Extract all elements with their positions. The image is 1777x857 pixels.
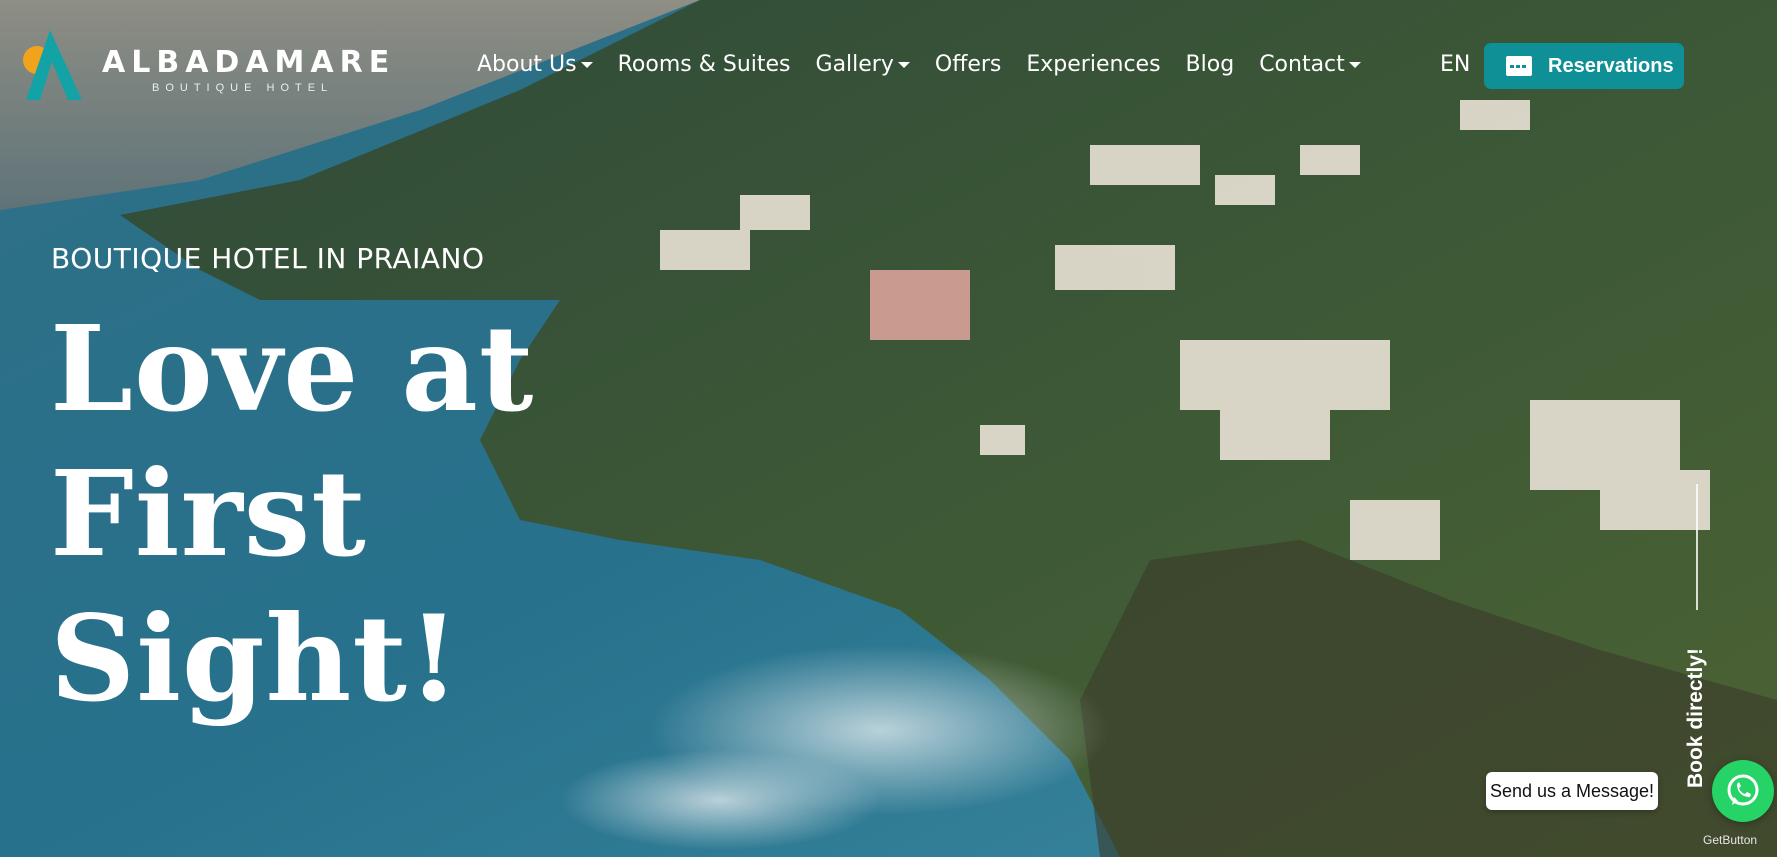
chat-prompt-bubble[interactable]: Send us a Message! (1486, 772, 1658, 810)
getbutton-label: GetButton (1703, 833, 1758, 847)
hero-subtitle: BOUTIQUE HOTEL IN PRAIANO (51, 242, 485, 275)
nav-item-label: Contact (1259, 52, 1345, 77)
whatsapp-icon (1727, 774, 1759, 806)
whatsapp-chat-button[interactable] (1712, 760, 1774, 822)
headline-line-1: Love at First (50, 299, 535, 583)
brand-name: ALBADAMARE (102, 45, 396, 80)
nav-item-about-us[interactable]: About Us (477, 50, 593, 80)
nav-item-experiences[interactable]: Experiences (1026, 50, 1160, 80)
nav-item-offers[interactable]: Offers (935, 50, 1002, 80)
chat-prompt-label: Send us a Message! (1489, 780, 1655, 801)
nav-item-label: Rooms & Suites (617, 52, 791, 77)
nav-item-rooms-suites[interactable]: Rooms & Suites (618, 50, 791, 80)
getbutton-credit[interactable]: GetButton (1703, 833, 1757, 847)
reservations-button[interactable]: Reservations (1484, 43, 1684, 89)
nav-item-gallery[interactable]: Gallery (816, 50, 910, 80)
logo-mark-icon (23, 30, 82, 100)
nav-item-label: Gallery (815, 52, 894, 77)
chevron-down-icon (897, 62, 910, 68)
hero-headline: Love at First Sight! (50, 296, 850, 731)
book-directly-link[interactable]: Book directly! (1684, 648, 1708, 788)
chevron-down-icon (1348, 62, 1361, 68)
reservations-label: Reservations (1548, 54, 1674, 77)
nav-item-label: About Us (477, 52, 577, 77)
main-menu: About Us Rooms & Suites Gallery Offers E… (477, 48, 1386, 82)
nav-item-blog[interactable]: Blog (1186, 50, 1235, 80)
brand-tagline: BOUTIQUE HOTEL (152, 82, 334, 94)
credit-card-icon (1506, 56, 1532, 76)
nav-item-contact[interactable]: Contact (1259, 50, 1361, 80)
top-navigation: ALBADAMARE BOUTIQUE HOTEL About Us Rooms… (0, 0, 1777, 132)
chevron-down-icon (580, 62, 593, 68)
nav-item-label: Experiences (1026, 52, 1161, 77)
brand-logo[interactable]: ALBADAMARE BOUTIQUE HOTEL (20, 30, 390, 102)
nav-item-label: Blog (1185, 52, 1235, 77)
language-selector[interactable]: EN (1440, 50, 1470, 80)
headline-line-2: Sight! (50, 589, 461, 728)
nav-item-label: Offers (934, 52, 1002, 77)
side-divider (1696, 484, 1698, 610)
